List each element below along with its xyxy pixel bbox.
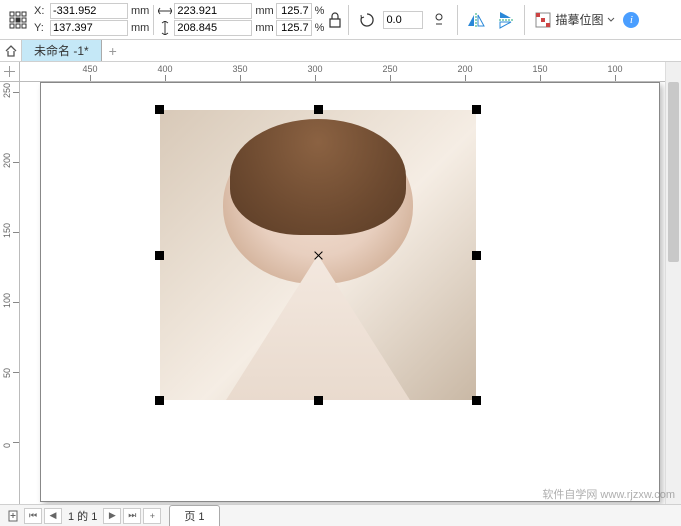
property-bar: X: mm Y: mm mm mm % %: [0, 0, 681, 40]
add-document-tab[interactable]: +: [102, 40, 124, 61]
trace-bitmap-button[interactable]: 描摹位图: [529, 9, 621, 30]
vtick-label: 0: [2, 443, 12, 448]
x-label: X:: [34, 5, 48, 17]
width-icon: [158, 4, 172, 18]
page-tab-label: 页 1: [184, 511, 204, 523]
sy-unit: %: [315, 22, 325, 34]
resize-handle-br[interactable]: [472, 396, 481, 405]
htick-label: 450: [82, 64, 97, 74]
page-tab[interactable]: 页 1: [169, 505, 219, 526]
htick-label: 250: [382, 64, 397, 74]
height-icon: [158, 21, 172, 35]
last-page-button[interactable]: ⏭: [123, 508, 141, 524]
divider: [524, 5, 525, 35]
rotation-input[interactable]: [383, 11, 423, 29]
document-tabs: 未命名 -1* +: [0, 40, 681, 62]
trace-bitmap-label: 描摹位图: [555, 11, 603, 28]
resize-handle-bl[interactable]: [155, 396, 164, 405]
selection-center-icon[interactable]: [313, 250, 324, 261]
position-group: X: mm Y: mm: [34, 3, 149, 36]
document-tab[interactable]: 未命名 -1*: [22, 40, 102, 61]
vtick-label: 100: [2, 293, 12, 308]
width-input[interactable]: [174, 3, 252, 19]
vtick-label: 150: [2, 223, 12, 238]
htick-label: 200: [457, 64, 472, 74]
home-tab-icon[interactable]: [0, 40, 22, 61]
rotation-icon: [353, 3, 381, 37]
vertical-scrollbar[interactable]: [665, 62, 681, 504]
x-unit: mm: [131, 5, 149, 17]
workspace: 250 200 150 100 50 0 450 400 350 300 250…: [0, 62, 681, 504]
add-tab-label: +: [109, 43, 117, 59]
resize-handle-bm[interactable]: [314, 396, 323, 405]
scale-group: % %: [276, 3, 325, 36]
document-tab-label: 未命名 -1*: [34, 42, 89, 59]
next-page-button[interactable]: ▶: [103, 508, 121, 524]
w-unit: mm: [255, 5, 273, 17]
scale-x-input[interactable]: [276, 3, 312, 19]
vtick-label: 200: [2, 153, 12, 168]
scale-y-input[interactable]: [276, 20, 312, 36]
ruler-origin[interactable]: [0, 62, 20, 82]
resize-handle-mr[interactable]: [472, 251, 481, 260]
status-bar: ⏮ ◀ 1 的 1 ▶ ⏭ + 页 1: [0, 504, 681, 526]
lock-ratio-icon[interactable]: [326, 12, 344, 28]
vtick-label: 50: [2, 368, 12, 378]
scrollbar-thumb[interactable]: [668, 82, 679, 262]
rotation-dropdown-icon[interactable]: [425, 3, 453, 37]
selected-bitmap[interactable]: [160, 110, 476, 400]
horizontal-ruler[interactable]: 450 400 350 300 250 200 150 100: [20, 62, 681, 82]
resize-handle-tr[interactable]: [472, 105, 481, 114]
add-page-icon[interactable]: [4, 508, 22, 524]
divider: [457, 5, 458, 35]
first-page-button[interactable]: ⏮: [24, 508, 42, 524]
sx-unit: %: [315, 5, 325, 17]
size-group: mm mm: [158, 3, 273, 36]
htick-label: 150: [532, 64, 547, 74]
mirror-horizontal-icon[interactable]: [462, 3, 490, 37]
prev-page-button[interactable]: ◀: [44, 508, 62, 524]
y-unit: mm: [131, 22, 149, 34]
height-input[interactable]: [174, 20, 252, 36]
object-origin-icon[interactable]: [4, 3, 32, 37]
x-input[interactable]: [50, 3, 128, 19]
vtick-label: 250: [2, 83, 12, 98]
resize-handle-tm[interactable]: [314, 105, 323, 114]
chevron-down-icon: [607, 17, 615, 23]
resize-handle-tl[interactable]: [155, 105, 164, 114]
htick-label: 300: [307, 64, 322, 74]
trace-bitmap-icon: [535, 12, 551, 28]
mirror-vertical-icon[interactable]: [492, 3, 520, 37]
main-area: 450 400 350 300 250 200 150 100: [20, 62, 681, 504]
h-unit: mm: [255, 22, 273, 34]
htick-label: 400: [157, 64, 172, 74]
info-icon[interactable]: i: [623, 12, 639, 28]
canvas[interactable]: [20, 82, 681, 504]
divider: [348, 5, 349, 35]
y-label: Y:: [34, 22, 48, 34]
page-count: 1 的 1: [64, 508, 101, 524]
htick-label: 350: [232, 64, 247, 74]
divider: [153, 5, 154, 35]
vertical-ruler[interactable]: 250 200 150 100 50 0: [0, 62, 20, 504]
htick-label: 100: [607, 64, 622, 74]
add-page-after-button[interactable]: +: [143, 508, 161, 524]
y-input[interactable]: [50, 20, 128, 36]
resize-handle-ml[interactable]: [155, 251, 164, 260]
